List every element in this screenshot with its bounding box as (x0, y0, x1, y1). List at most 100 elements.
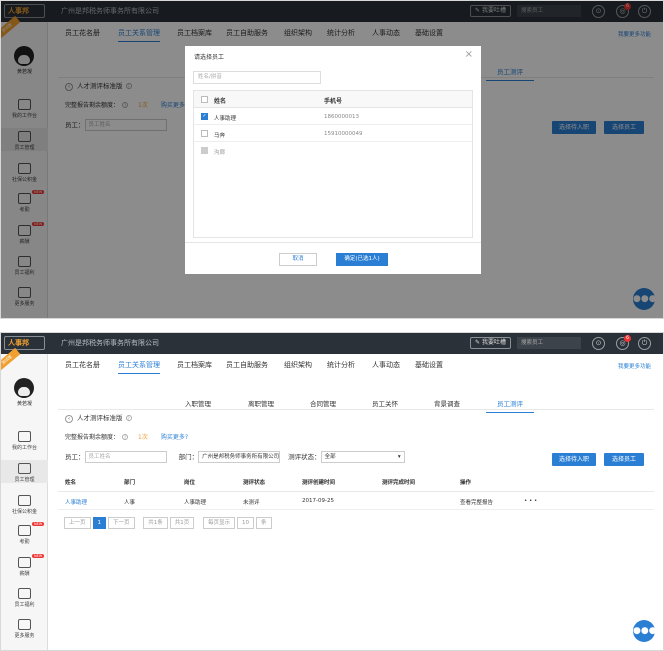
chevron-down-icon: ▾ (397, 454, 401, 460)
more-actions-icon[interactable]: • • • (524, 498, 537, 504)
th-name: 姓名 (65, 480, 77, 486)
table-row: 人事助理 人事 人事助理 未测评 2017-09-25 查看完整报告 • • • (58, 492, 654, 510)
total-items: 共1条 (143, 517, 168, 529)
select-all-checkbox[interactable] (201, 96, 208, 103)
nav-archive[interactable]: 员工档案库 (177, 360, 212, 370)
sidebar-label: 员工福利 (14, 602, 35, 608)
next-page-button[interactable]: 下一页 (108, 517, 135, 529)
nav-stats[interactable]: 统计分析 (327, 360, 355, 370)
col-name: 姓名 (214, 98, 227, 105)
nav-settings[interactable]: 基础设置 (415, 360, 443, 370)
th-dept: 部门 (124, 480, 136, 486)
modal-row: 沟廊 (194, 142, 472, 159)
sidebar-item-welfare[interactable]: 员工福利 (1, 588, 48, 608)
modal-search-input[interactable]: 姓名/拼音 (193, 71, 321, 84)
staff-icon (18, 463, 31, 474)
page-title: 人才测评标准版 (77, 414, 123, 422)
page-button[interactable]: 1 (92, 517, 107, 529)
th-finished: 测评完成时间 (382, 480, 416, 486)
sidebar-label: 更多服务 (14, 633, 35, 639)
sidebar-label: 社保公积金 (11, 509, 37, 515)
salary-icon (18, 557, 31, 568)
modal-row[interactable]: 马奔 15910000049 (194, 125, 472, 142)
sidebar-label: 我的工作台 (11, 445, 37, 451)
cell-status: 未测评 (243, 500, 260, 506)
status-select[interactable]: 全部 ▾ (320, 451, 405, 463)
nav-news[interactable]: 人事动态 (372, 360, 400, 370)
user-name: 黄若凝 (16, 401, 32, 407)
total-pages: 共1页 (169, 517, 195, 529)
modal-table-header: 姓名 手机号 (194, 91, 472, 108)
pagination: 上一页 1 下一页 共1条 共1页 每页显示 10 条 (64, 517, 274, 529)
select-onboard-button[interactable]: 选择待入职 (552, 453, 596, 466)
tab-care[interactable]: 员工关怀 (372, 398, 398, 408)
close-icon[interactable]: × (465, 49, 473, 60)
new-badge: NEW (32, 522, 45, 526)
calendar-icon (18, 525, 31, 536)
modal-row[interactable]: ✓ 人事助理 1860000013 (194, 108, 472, 125)
help-icon[interactable]: ⊙ (592, 337, 605, 350)
back-link[interactable]: ‹ 人才测评标准版? (65, 412, 132, 423)
main-nav: 员工花名册 员工关系管理 员工档案库 员工自助服务 组织架构 统计分析 人事动态… (48, 354, 663, 374)
status-label: 测评状态： (288, 453, 321, 461)
cell-position: 人事助理 (184, 500, 207, 506)
avatar[interactable] (14, 378, 34, 398)
row-name: 马奔 (214, 133, 226, 139)
cell-dept: 人事 (124, 500, 136, 506)
sidebar-item-social[interactable]: 社保公积金 (1, 495, 48, 515)
employee-label: 员工： (65, 453, 85, 461)
tab-contract[interactable]: 合同管理 (310, 398, 336, 408)
per-page-select[interactable]: 10 (237, 517, 255, 529)
tab-assessment[interactable]: 员工测评 (486, 398, 534, 413)
sidebar-item-staff[interactable]: 员工管理 (1, 460, 48, 483)
cancel-button[interactable]: 取消 (279, 253, 317, 266)
modal-footer: 取消 确定(已选1人) (185, 242, 481, 274)
tab-resignation[interactable]: 离职管理 (248, 398, 274, 408)
row-name: 人事助理 (214, 116, 237, 122)
dept-label: 部门： (178, 453, 199, 461)
sidebar-label: 员工管理 (14, 477, 35, 483)
sidebar-item-attendance[interactable]: NEW 考勤 (1, 522, 48, 545)
help-icon: ? (122, 434, 129, 440)
employee-input[interactable]: 员工姓名 (84, 451, 167, 463)
screenshot-with-modal: 人事邦 广州是邦税务师事务所有限公司 ✎ 我要吐槽 搜索员工 ⊙ ◎ 6 ⏻ 测… (0, 0, 664, 319)
subtabs: 入职管理 离职管理 合同管理 员工关怀 背景调查 员工测评 (58, 394, 654, 413)
main-content: 员工花名册 员工关系管理 员工档案库 员工自助服务 组织架构 统计分析 人事动态… (48, 354, 663, 650)
th-position: 岗位 (184, 480, 196, 486)
confirm-button[interactable]: 确定(已选1人) (336, 253, 388, 266)
nav-org[interactable]: 组织架构 (284, 360, 312, 370)
feedback-button[interactable]: ✎ 我要吐槽 (470, 337, 511, 349)
sidebar-item-more[interactable]: 更多服务 (1, 619, 48, 639)
notification-badge: 6 (624, 335, 631, 342)
search-input[interactable]: 搜索员工 (517, 337, 581, 349)
buy-more-link[interactable]: 购买更多? (161, 434, 188, 441)
col-phone: 手机号 (324, 98, 343, 105)
nav-roster[interactable]: 员工花名册 (65, 360, 100, 370)
sidebar-item-workbench[interactable]: 我的工作台 (1, 431, 48, 451)
credit-count: 1次 (138, 434, 148, 441)
sidebar-item-salary[interactable]: NEW 薪酬 (1, 554, 48, 577)
new-badge: NEW (32, 554, 45, 558)
gift-icon (18, 588, 31, 599)
prev-page-button[interactable]: 上一页 (64, 517, 91, 529)
select-employee-button[interactable]: 选择员工 (604, 453, 644, 466)
logout-icon[interactable]: ⏻ (638, 337, 651, 350)
chat-icon[interactable]: ●●● (633, 620, 657, 642)
row-checkbox[interactable] (201, 130, 208, 137)
nav-self-service[interactable]: 员工自助服务 (226, 360, 268, 370)
tab-background[interactable]: 背景调查 (434, 398, 460, 408)
nav-relations[interactable]: 员工关系管理 (118, 360, 160, 374)
view-report-link[interactable]: 查看完整报告 (460, 498, 493, 506)
cell-name[interactable]: 人事助理 (65, 498, 87, 506)
th-action: 操作 (460, 480, 472, 486)
more-features-link[interactable]: 我要更多功能 (618, 362, 651, 370)
row-checkbox[interactable]: ✓ (201, 113, 208, 120)
app-logo[interactable]: 人事邦 (4, 336, 45, 350)
tab-onboarding[interactable]: 入职管理 (185, 398, 211, 408)
sidebar-label: 薪酬 (19, 571, 30, 577)
row-name: 沟廊 (214, 150, 226, 156)
dept-select[interactable]: 广州是邦税务师事务所有限公司 (198, 451, 281, 463)
credit-info: 完整报告剩余额度：? 1次 购买更多? (65, 432, 188, 441)
company-name: 广州是邦税务师事务所有限公司 (61, 339, 159, 347)
sidebar: 测试版 黄若凝 我的工作台 员工管理 社保公积金 NEW 考勤 NEW 薪酬 员工福… (1, 347, 48, 650)
